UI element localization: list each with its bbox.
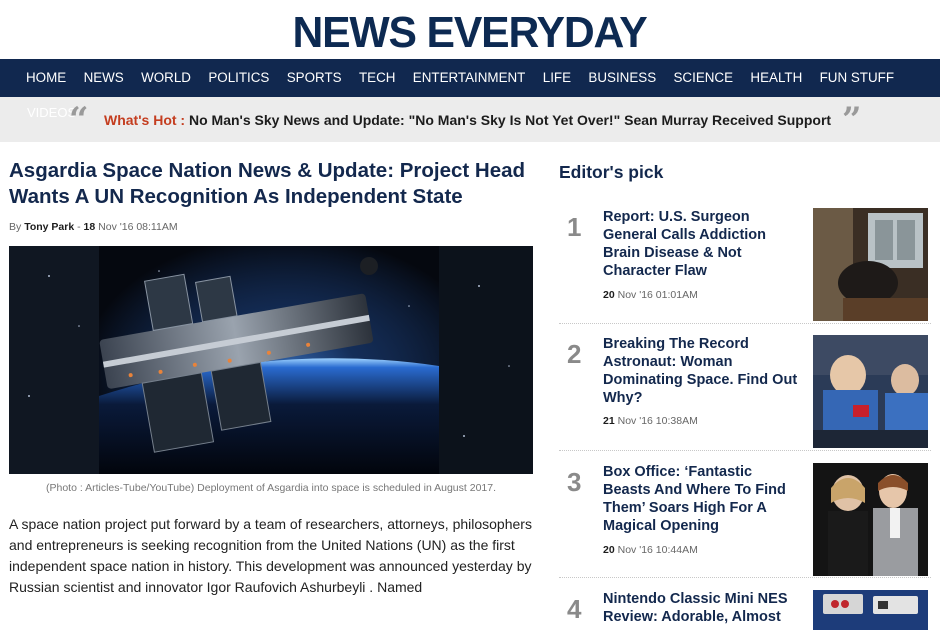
whats-hot-bar: VIDEOS “ What's Hot : No Man's Sky News … <box>0 97 940 142</box>
pick-date: 21 Nov '16 10:38AM <box>603 415 698 427</box>
editors-pick-title: Editor's pick <box>559 162 664 182</box>
nav-item-entertainment[interactable]: ENTERTAINMENT <box>404 59 534 97</box>
pick-thumbnail[interactable] <box>813 335 928 448</box>
pick-number: 4 <box>567 594 582 624</box>
nav-item-life[interactable]: LIFE <box>534 59 580 97</box>
nav-item-home[interactable]: HOME <box>19 59 75 97</box>
article-hero-image[interactable] <box>9 246 533 474</box>
pick-divider <box>559 323 931 324</box>
article-date-day: 18 <box>83 221 96 233</box>
nav-item-tech[interactable]: TECH <box>350 59 404 97</box>
main-article: Asgardia Space Nation News & Update: Pro… <box>9 158 534 598</box>
article-title: Asgardia Space Nation News & Update: Pro… <box>9 159 526 208</box>
article-body: A space nation project put forward by a … <box>9 516 532 595</box>
pick-number: 3 <box>567 467 582 497</box>
whats-hot-label: What's Hot : <box>104 112 186 128</box>
pick-title[interactable]: Report: U.S. Surgeon General Calls Addic… <box>603 208 803 280</box>
site-logo[interactable]: NEWS EVERYDAY <box>293 5 648 55</box>
pick-date-rest: Nov '16 10:38AM <box>617 415 698 427</box>
quote-open-icon: “ <box>69 100 89 140</box>
nav-item-sports[interactable]: SPORTS <box>278 59 350 97</box>
pick-date-day: 21 <box>603 415 615 427</box>
byline-separator: - <box>77 221 81 233</box>
pick-thumbnail[interactable] <box>813 463 928 576</box>
editors-pick-sidebar: Editor's pick 1 Report: U.S. Surgeon Gen… <box>559 158 931 630</box>
image-caption: (Photo : Articles-Tube/YouTube) Deployme… <box>45 482 497 494</box>
pick-title[interactable]: Nintendo Classic Mini NES Review: Adorab… <box>603 590 803 626</box>
pick-date: 20 Nov '16 01:01AM <box>603 289 698 301</box>
pick-date-day: 20 <box>603 544 615 556</box>
pick-title[interactable]: Breaking The Record Astronaut: Woman Dom… <box>603 335 803 407</box>
pick-title[interactable]: Box Office: ‘Fantastic Beasts And Where … <box>603 463 803 535</box>
space-station-illustration <box>9 246 533 474</box>
pick-number: 2 <box>567 339 582 369</box>
article-date-rest: Nov '16 08:11AM <box>98 221 178 233</box>
main-nav: HOME NEWS WORLD POLITICS SPORTS TECH ENT… <box>0 59 940 97</box>
pick-divider <box>559 577 931 578</box>
pick-thumbnail[interactable] <box>813 590 928 630</box>
pick-date: 20 Nov '16 10:44AM <box>603 544 698 556</box>
nav-item-news[interactable]: NEWS <box>75 59 133 97</box>
masthead: NEWS EVERYDAY <box>0 0 940 59</box>
nav-item-fun-stuff[interactable]: FUN STUFF <box>811 59 903 97</box>
nav-item-business[interactable]: BUSINESS <box>580 59 665 97</box>
pick-date-rest: Nov '16 01:01AM <box>617 289 698 301</box>
pick-date-rest: Nov '16 10:44AM <box>617 544 698 556</box>
nav-item-world[interactable]: WORLD <box>132 59 199 97</box>
pick-number: 1 <box>567 212 582 242</box>
pick-date-day: 20 <box>603 289 615 301</box>
nav-item-science[interactable]: SCIENCE <box>665 59 742 97</box>
nav-item-health[interactable]: HEALTH <box>742 59 811 97</box>
pick-thumbnail[interactable] <box>813 208 928 321</box>
nav-item-politics[interactable]: POLITICS <box>200 59 278 97</box>
author-link[interactable]: Tony Park <box>24 221 74 233</box>
whats-hot-headline[interactable]: No Man's Sky News and Update: "No Man's … <box>189 112 831 128</box>
quote-close-icon: ” <box>842 100 862 140</box>
pick-divider <box>559 450 931 451</box>
article-byline: By Tony Park - 18 Nov '16 08:11AM <box>9 221 534 233</box>
byline-prefix: By <box>9 221 22 233</box>
